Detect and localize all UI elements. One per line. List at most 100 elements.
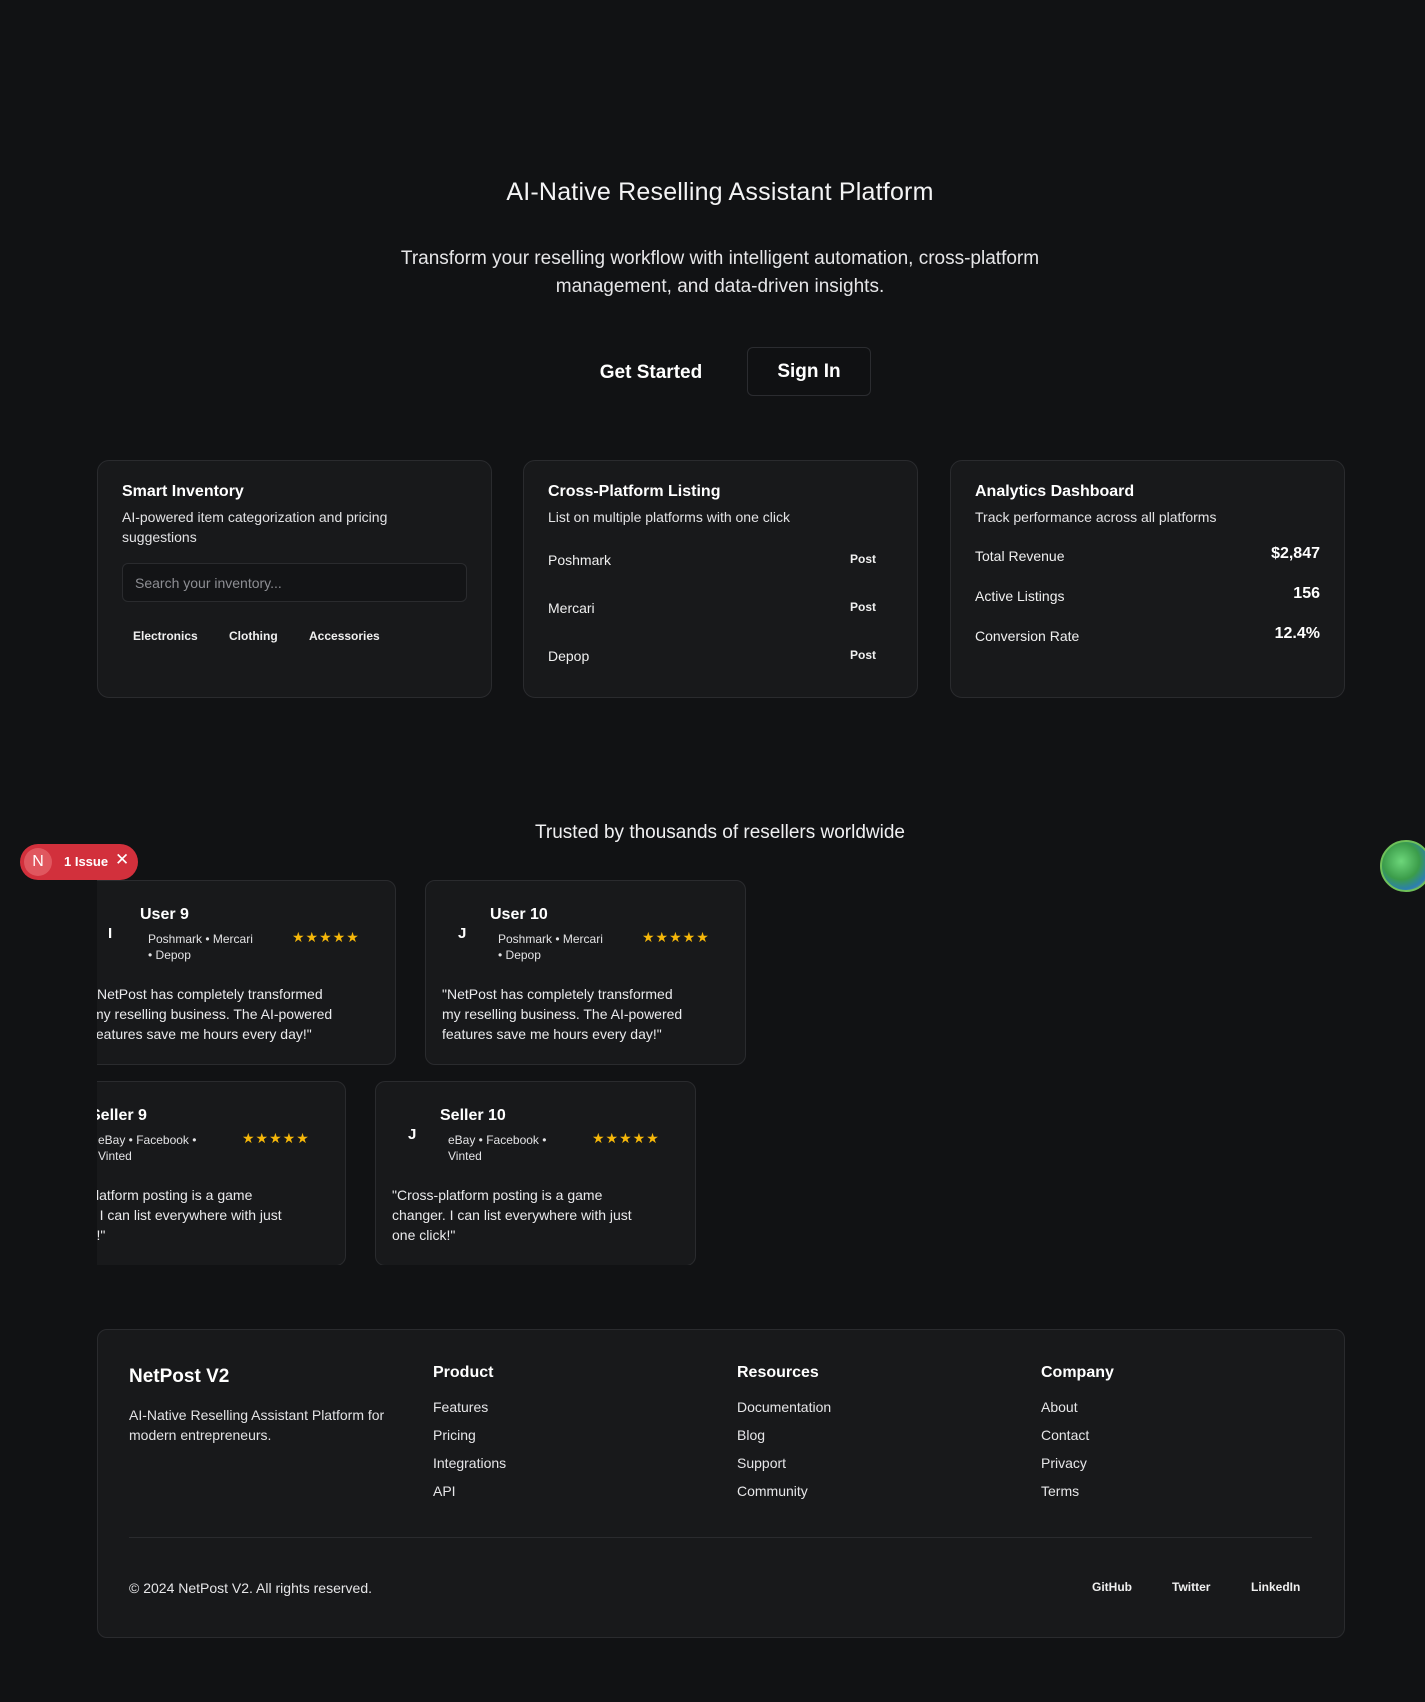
testimonial-card: J Seller 10 eBay • Facebook • Vinted ★★★… xyxy=(375,1081,696,1265)
quote-line: "NetPost has completely transformed xyxy=(442,986,673,1002)
footer-brand: NetPost V2 xyxy=(129,1366,230,1387)
reviewer-platforms: Poshmark • Mercari • Depop xyxy=(148,931,273,963)
card-description: Track performance across all platforms xyxy=(975,509,1217,525)
testimonial-quote: "Cross-platform posting is a game change… xyxy=(392,1185,657,1245)
category-chip-clothing[interactable]: Clothing xyxy=(229,629,278,643)
social-link-twitter[interactable]: Twitter xyxy=(1172,1580,1210,1594)
avatar-initial: J xyxy=(408,1126,417,1143)
card-title: Cross-Platform Listing xyxy=(548,483,721,500)
testimonial-quote: "Cross-platform posting is a game change… xyxy=(97,1185,307,1245)
footer-link-blog[interactable]: Blog xyxy=(737,1427,831,1455)
footer-link-documentation[interactable]: Documentation xyxy=(737,1399,831,1427)
footer-link-about[interactable]: About xyxy=(1041,1399,1114,1427)
footer-column-company: Company About Contact Privacy Terms xyxy=(1041,1364,1114,1511)
card-title: Analytics Dashboard xyxy=(975,483,1135,500)
category-chip-accessories[interactable]: Accessories xyxy=(309,629,380,643)
footer-link-terms[interactable]: Terms xyxy=(1041,1483,1114,1511)
rating-stars: ★★★★★ xyxy=(642,929,710,945)
footer-link-pricing[interactable]: Pricing xyxy=(433,1427,506,1455)
social-link-linkedin[interactable]: LinkedIn xyxy=(1251,1580,1300,1594)
testimonials-heading: Trusted by thousands of resellers worldw… xyxy=(535,822,905,843)
quote-line: "Cross-platform posting is a game xyxy=(97,1187,253,1203)
footer-copyright: © 2024 NetPost V2. All rights reserved. xyxy=(129,1580,372,1596)
hero-subtitle: Transform your reselling workflow with i… xyxy=(380,245,1060,301)
footer-divider xyxy=(129,1537,1312,1538)
quote-line: changer. I can list everywhere with just xyxy=(97,1207,282,1223)
avatar-initial: J xyxy=(458,925,467,942)
post-button[interactable]: Post xyxy=(850,552,876,566)
rating-stars: ★★★★★ xyxy=(292,929,360,945)
stat-value: 156 xyxy=(1293,585,1320,602)
testimonials-carousel: I User 9 Poshmark • Mercari • Depop ★★★★… xyxy=(97,880,847,1265)
platforms-line: Poshmark • Mercari xyxy=(148,932,253,946)
social-link-github[interactable]: GitHub xyxy=(1092,1580,1132,1594)
inventory-search-input[interactable] xyxy=(122,563,467,602)
quote-line: my reselling business. The AI-powered xyxy=(97,1006,333,1022)
footer-link-integrations[interactable]: Integrations xyxy=(433,1455,506,1483)
rating-stars: ★★★★★ xyxy=(242,1130,310,1146)
quote-line: "NetPost has completely transformed xyxy=(97,986,323,1002)
footer-tagline-line: modern entrepreneurs. xyxy=(129,1427,272,1443)
footer-tagline: AI-Native Reselling Assistant Platform f… xyxy=(129,1405,414,1445)
category-chip-electronics[interactable]: Electronics xyxy=(133,629,198,643)
issues-count: 1 Issue xyxy=(64,854,109,869)
footer-link-contact[interactable]: Contact xyxy=(1041,1427,1114,1455)
stat-value: 12.4% xyxy=(1274,625,1320,642)
sign-in-button[interactable]: Sign In xyxy=(747,347,871,396)
testimonial-quote: "NetPost has completely transformed my r… xyxy=(97,984,357,1044)
footer-column-product: Product Features Pricing Integrations AP… xyxy=(433,1364,506,1511)
get-started-button[interactable]: Get Started xyxy=(581,349,721,397)
analytics-dashboard-card: Analytics Dashboard Track performance ac… xyxy=(950,460,1345,698)
footer-link-community[interactable]: Community xyxy=(737,1483,831,1511)
card-description: List on multiple platforms with one clic… xyxy=(548,509,790,525)
testimonial-card: I Seller 9 eBay • Facebook • Vinted ★★★★… xyxy=(97,1081,346,1265)
platforms-line: • Depop xyxy=(498,948,541,962)
card-title: Smart Inventory xyxy=(122,483,244,500)
close-icon[interactable]: ✕ xyxy=(115,850,129,870)
reviewer-platforms: Poshmark • Mercari • Depop xyxy=(498,931,623,963)
reviewer-platforms: eBay • Facebook • Vinted xyxy=(98,1132,223,1164)
cross-platform-listing-card: Cross-Platform Listing List on multiple … xyxy=(523,460,918,698)
reviewer-name: Seller 10 xyxy=(440,1107,506,1124)
footer-link-support[interactable]: Support xyxy=(737,1455,831,1483)
footer-link-privacy[interactable]: Privacy xyxy=(1041,1455,1114,1483)
footer-link-api[interactable]: API xyxy=(433,1483,506,1511)
quote-line: changer. I can list everywhere with just xyxy=(392,1207,632,1223)
avatar-initial: I xyxy=(108,925,113,942)
testimonial-quote: "NetPost has completely transformed my r… xyxy=(442,984,707,1044)
testimonial-card: I User 9 Poshmark • Mercari • Depop ★★★★… xyxy=(97,880,396,1065)
reviewer-platforms: eBay • Facebook • Vinted xyxy=(448,1132,573,1164)
reviewer-name: User 9 xyxy=(140,906,189,923)
platform-row-poshmark: Poshmark Post xyxy=(548,552,888,576)
footer-column-heading: Resources xyxy=(737,1364,819,1381)
quote-line: one click!" xyxy=(392,1227,456,1243)
footer-column-heading: Company xyxy=(1041,1364,1114,1381)
platform-name: Depop xyxy=(548,648,590,664)
assistant-orb-icon[interactable] xyxy=(1380,840,1425,892)
quote-line: one click!" xyxy=(97,1227,106,1243)
footer-link-features[interactable]: Features xyxy=(433,1399,506,1427)
reviewer-name: Seller 9 xyxy=(97,1107,147,1124)
stat-value: $2,847 xyxy=(1271,545,1320,562)
stat-label: Active Listings xyxy=(975,588,1065,604)
platform-name: Poshmark xyxy=(548,552,612,568)
quote-line: features save me hours every day!" xyxy=(97,1026,312,1042)
hero-subtitle-line: management, and data-driven insights. xyxy=(555,276,885,297)
platforms-line: eBay • Facebook • xyxy=(98,1133,197,1147)
platform-row-depop: Depop Post xyxy=(548,648,888,672)
footer-tagline-line: AI-Native Reselling Assistant Platform f… xyxy=(129,1407,385,1423)
hero-title: AI-Native Reselling Assistant Platform xyxy=(506,178,934,206)
platform-name: Mercari xyxy=(548,600,595,616)
platforms-line: eBay • Facebook • xyxy=(448,1133,547,1147)
stat-label: Total Revenue xyxy=(975,548,1065,564)
platforms-line: Vinted xyxy=(98,1149,132,1163)
post-button[interactable]: Post xyxy=(850,600,876,614)
issues-badge[interactable]: N 1 Issue ✕ xyxy=(20,844,138,880)
quote-line: "Cross-platform posting is a game xyxy=(392,1187,603,1203)
platforms-line: Vinted xyxy=(448,1149,482,1163)
quote-line: my reselling business. The AI-powered xyxy=(442,1006,683,1022)
post-button[interactable]: Post xyxy=(850,648,876,662)
reviewer-name: User 10 xyxy=(490,906,548,923)
footer-column-resources: Resources Documentation Blog Support Com… xyxy=(737,1364,831,1511)
platforms-line: Poshmark • Mercari xyxy=(498,932,603,946)
